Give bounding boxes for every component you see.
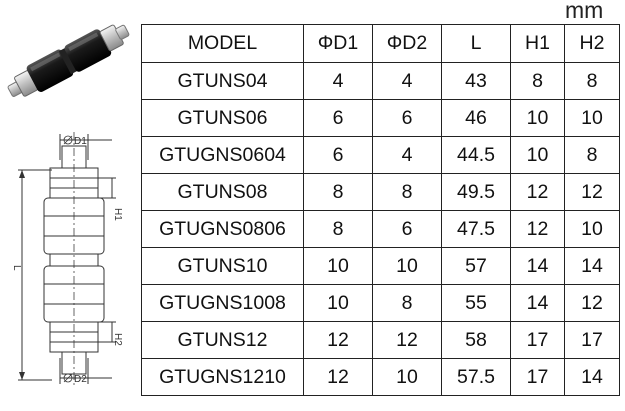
- cell-h1: 12: [510, 210, 565, 248]
- cell-model: GTUNS06: [141, 99, 304, 137]
- cell-model: GTUNS10: [141, 247, 304, 285]
- h1-label: H1: [112, 208, 123, 221]
- table-row: GTUGNS1008 10 8 55 14 12: [141, 284, 620, 322]
- dimension-drawing: D1 D2 H1 H2 L: [12, 132, 123, 386]
- table-row: GTUNS10 10 10 57 14 14: [141, 247, 620, 285]
- cell-h2: 8: [564, 136, 620, 174]
- header-l: L: [441, 24, 511, 63]
- header-d1: ΦD1: [303, 24, 373, 63]
- cell-l: 55: [441, 284, 511, 322]
- cell-d1: 6: [303, 136, 373, 174]
- cell-model: GTUGNS1210: [141, 358, 304, 396]
- cell-l: 43: [441, 62, 511, 100]
- cell-l: 47.5: [441, 210, 511, 248]
- cell-d2: 8: [372, 284, 442, 322]
- cell-d1: 10: [303, 247, 373, 285]
- header-model: MODEL: [141, 24, 304, 63]
- cell-h1: 10: [510, 99, 565, 137]
- table-row: GTUNS04 4 4 43 8 8: [141, 62, 620, 100]
- cell-l: 49.5: [441, 173, 511, 211]
- cell-d2: 8: [372, 173, 442, 211]
- unit-label: mm: [565, 0, 604, 23]
- l-label: L: [12, 265, 22, 271]
- cell-model: GTUNS04: [141, 62, 304, 100]
- cell-d1: 12: [303, 321, 373, 359]
- cell-h2: 10: [564, 210, 620, 248]
- cell-l: 46: [441, 99, 511, 137]
- cell-d2: 6: [372, 210, 442, 248]
- table-row: GTUGNS0604 6 4 44.5 10 8: [141, 136, 620, 174]
- cell-h2: 14: [564, 358, 620, 396]
- cell-d1: 8: [303, 173, 373, 211]
- fitting-photo: [7, 24, 130, 97]
- cell-d1: 6: [303, 99, 373, 137]
- cell-d2: 4: [372, 62, 442, 100]
- cell-l: 58: [441, 321, 511, 359]
- cell-h1: 17: [510, 358, 565, 396]
- cell-model: GTUNS08: [141, 173, 304, 211]
- cell-l: 44.5: [441, 136, 511, 174]
- cell-h2: 10: [564, 99, 620, 137]
- cell-d1: 10: [303, 284, 373, 322]
- table-header-row: MODEL ΦD1 ΦD2 L H1 H2: [141, 24, 620, 63]
- cell-h1: 12: [510, 173, 565, 211]
- cell-d2: 4: [372, 136, 442, 174]
- cell-h2: 12: [564, 173, 620, 211]
- cell-model: GTUNS12: [141, 321, 304, 359]
- cell-h1: 17: [510, 321, 565, 359]
- d2-label: D2: [74, 374, 87, 385]
- cell-l: 57.5: [441, 358, 511, 396]
- cell-d2: 6: [372, 99, 442, 137]
- cell-h1: 8: [510, 62, 565, 100]
- cell-h2: 14: [564, 247, 620, 285]
- cell-d1: 8: [303, 210, 373, 248]
- cell-d1: 4: [303, 62, 373, 100]
- cell-h2: 12: [564, 284, 620, 322]
- header-d2: ΦD2: [372, 24, 442, 63]
- cell-l: 57: [441, 247, 511, 285]
- table-row: GTUGNS0806 8 6 47.5 12 10: [141, 210, 620, 248]
- table-row: GTUGNS1210 12 10 57.5 17 14: [141, 358, 620, 396]
- table-row: GTUNS08 8 8 49.5 12 12: [141, 173, 620, 211]
- cell-model: GTUGNS1008: [141, 284, 304, 322]
- spec-table: MODEL ΦD1 ΦD2 L H1 H2 GTUNS04 4 4 43 8 8…: [141, 24, 620, 396]
- cell-h1: 14: [510, 247, 565, 285]
- table-row: GTUNS06 6 6 46 10 10: [141, 99, 620, 137]
- cell-d2: 10: [372, 358, 442, 396]
- cell-d2: 10: [372, 247, 442, 285]
- cell-h1: 10: [510, 136, 565, 174]
- cell-d1: 12: [303, 358, 373, 396]
- cell-model: GTUGNS0806: [141, 210, 304, 248]
- header-h1: H1: [510, 24, 565, 63]
- h2-label: H2: [112, 333, 123, 346]
- d1-label: D1: [74, 136, 87, 147]
- cell-d2: 12: [372, 321, 442, 359]
- table-row: GTUNS12 12 12 58 17 17: [141, 321, 620, 359]
- cell-h2: 17: [564, 321, 620, 359]
- cell-h2: 8: [564, 62, 620, 100]
- cell-h1: 14: [510, 284, 565, 322]
- cell-model: GTUGNS0604: [141, 136, 304, 174]
- header-h2: H2: [564, 24, 620, 63]
